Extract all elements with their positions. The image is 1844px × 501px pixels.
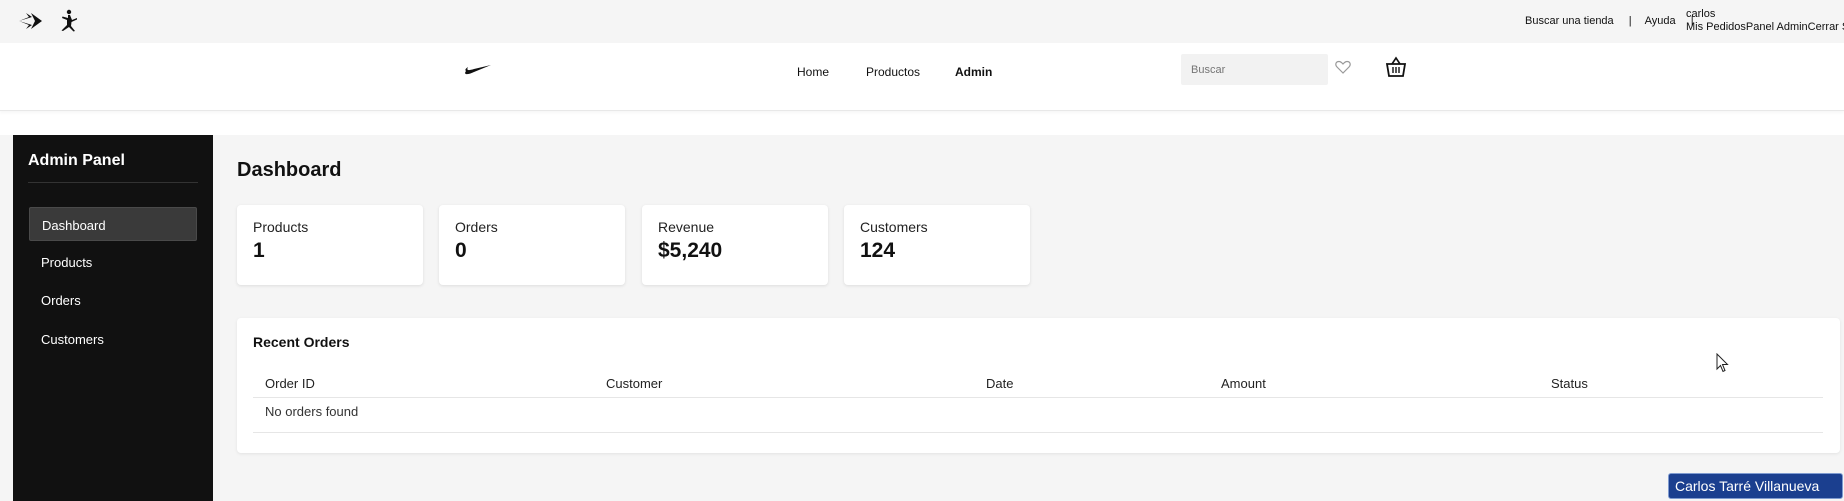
stat-card-revenue: Revenue $5,240 [642,205,828,285]
stat-value: 124 [860,239,896,262]
converse-logo-icon[interactable] [18,9,44,38]
stat-label: Revenue [658,219,715,235]
stat-label: Products [253,219,309,235]
column-header-status: Status [1551,376,1588,391]
user-name: carlos [1686,8,1716,20]
row-divider [253,397,1823,398]
sidebar-divider [28,182,198,183]
user-name-badge: Carlos Tarré Villanueva [1668,473,1843,499]
nav-products-link[interactable]: Productos [866,65,920,79]
stat-label: Customers [860,219,928,235]
sidebar-title: Admin Panel [28,152,125,169]
mouse-cursor-icon [1716,352,1730,378]
column-header-order-id: Order ID [265,376,315,391]
sidebar-item-products[interactable]: Products [29,245,197,279]
heart-icon[interactable] [1335,60,1351,79]
empty-orders-message: No orders found [265,404,359,419]
stat-value: 0 [455,239,467,262]
stat-card-products: Products 1 [237,205,423,285]
stat-card-customers: Customers 124 [844,205,1030,285]
find-store-link[interactable]: Buscar una tienda [1525,15,1614,27]
admin-sidebar: Admin Panel Dashboard Products Orders Cu… [13,135,213,501]
utility-links: Buscar una tienda | Ayuda | [1525,15,1704,27]
nav-home-link[interactable]: Home [797,65,829,79]
column-header-date: Date [986,376,1014,391]
shopping-basket-icon[interactable] [1385,56,1407,83]
sidebar-item-customers[interactable]: Customers [29,322,197,356]
nike-swoosh-icon[interactable] [464,62,492,80]
sidebar-item-dashboard[interactable]: Dashboard [29,207,197,241]
stat-value: 1 [253,239,265,262]
separator: | [1628,15,1632,27]
stat-label: Orders [455,219,498,235]
sidebar-item-orders[interactable]: Orders [29,283,197,317]
nav-admin-link[interactable]: Admin [955,65,992,79]
page-title: Dashboard [237,159,342,181]
stat-value: $5,240 [658,239,723,262]
column-header-customer: Customer [606,376,663,391]
main-nav: Home Productos Admin [0,43,1844,111]
user-menu[interactable]: carlos Mis PedidosPanel AdminCerrar Se [1686,8,1844,34]
stat-card-orders: Orders 0 [439,205,625,285]
panel-title: Recent Orders [253,334,350,350]
row-divider [253,432,1823,433]
column-header-amount: Amount [1221,376,1266,391]
admin-area: Admin Panel Dashboard Products Orders Cu… [0,135,1844,501]
search-input[interactable] [1181,54,1328,85]
help-link[interactable]: Ayuda [1645,15,1676,27]
jordan-logo-icon[interactable] [57,9,79,38]
utility-bar: Buscar una tienda | Ayuda | carlos Mis P… [0,0,1844,43]
recent-orders-panel: Recent Orders Order ID Customer Date Amo… [237,318,1840,453]
user-links[interactable]: Mis PedidosPanel AdminCerrar Se [1686,21,1844,34]
